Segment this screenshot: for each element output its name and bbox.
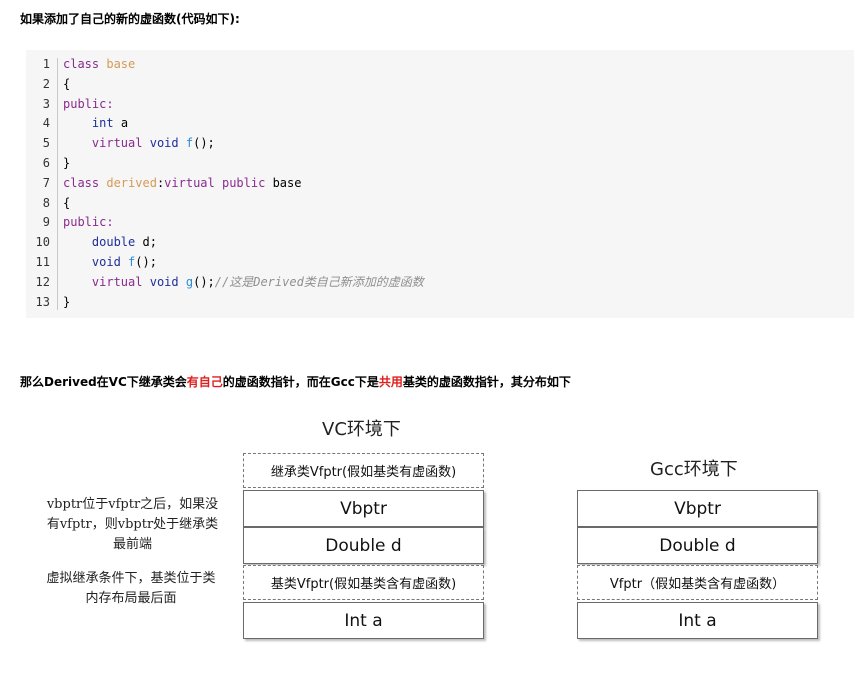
code-line: 3 public:: [26, 95, 854, 115]
section-heading-1: 如果添加了自己的新的虚函数(代码如下):: [20, 12, 240, 26]
code-keyword: virtual: [91, 136, 143, 151]
code-class-name: base: [106, 57, 136, 71]
code-text: }: [63, 155, 71, 170]
line-number: 5: [42, 136, 50, 151]
line-number: 11: [35, 254, 50, 269]
code-line: 4 int a: [26, 114, 854, 134]
code-keyword: virtual: [164, 175, 215, 190]
code-comment: //这是Derived类自己新添加的虚函数: [214, 274, 424, 289]
line-number: 1: [42, 57, 50, 71]
code-block: 1 class base 2{ 3 public: 4 int a 5 virtua…: [26, 50, 854, 318]
vc-derived-vfptr-box: 继承类Vfptr(假如基类有虚函数): [243, 453, 484, 488]
highlight-text: 有自己: [186, 375, 223, 389]
code-function: f: [185, 136, 194, 151]
vc-double-d-box: Double d: [243, 527, 484, 564]
virtual-inheritance-note: 虚拟继承条件下，基类位于类 内存布局最后面: [46, 571, 216, 606]
line-number: 10: [35, 235, 50, 250]
gcc-int-a-box: Int a: [577, 602, 818, 639]
code-line: 12 virtual void g();//这是Derived类自己新添加的虚函…: [26, 273, 854, 293]
code-type: void: [149, 136, 179, 151]
gcc-double-d-box: Double d: [577, 527, 818, 564]
code-keyword: public: [221, 175, 266, 190]
code-keyword: class: [63, 175, 100, 190]
code-text: public:: [63, 215, 114, 230]
line-number: 8: [42, 195, 50, 210]
code-class-name: derived: [106, 175, 157, 190]
section-heading-2: 那么Derived在VC下继承类会有自己的虚函数指针，而在Gcc下是共用基类的虚…: [20, 375, 571, 389]
gcc-vfptr-box: Vfptr（假如基类含有虚函数）: [577, 565, 818, 600]
code-type: double: [91, 235, 136, 250]
code-line: 2{: [26, 75, 854, 95]
code-function: g: [185, 274, 194, 289]
line-number: 3: [42, 96, 50, 111]
line-number: 7: [42, 175, 50, 190]
line-number: 9: [42, 215, 50, 230]
vbptr-note: vbptr位于vfptr之后，如果没 有vfptr，则vbptr处于继承类 最前…: [46, 497, 219, 552]
code-line: 7 class derived:virtual public base: [26, 174, 854, 194]
vc-base-vfptr-box: 基类Vfptr(假如基类含有虚函数): [243, 565, 484, 600]
code-line: 1 class base: [26, 55, 854, 75]
code-type: int: [91, 116, 114, 131]
line-number: 13: [35, 294, 50, 309]
highlight-text: 共用: [378, 375, 403, 389]
code-text: }: [63, 294, 71, 309]
code-text: {: [63, 195, 71, 210]
code-line: 5 virtual void f();: [26, 134, 854, 154]
code-line: 13}: [26, 293, 854, 313]
gcc-diagram-title: Gcc环境下: [650, 459, 738, 480]
code-keyword: class: [63, 57, 100, 71]
code-type: void: [91, 254, 121, 269]
line-number: 2: [42, 76, 50, 91]
line-number: 12: [35, 274, 50, 289]
line-number: 4: [42, 116, 50, 131]
line-number: 6: [42, 155, 50, 170]
code-line: 8{: [26, 194, 854, 214]
code-text: public:: [63, 96, 114, 111]
code-line: 9 public:: [26, 213, 854, 233]
code-line: 6}: [26, 154, 854, 174]
vc-int-a-box: Int a: [243, 602, 484, 639]
vc-diagram-title: VC环境下: [322, 419, 401, 440]
vc-vbptr-box: Vbptr: [243, 490, 484, 527]
code-text: {: [63, 76, 71, 91]
gcc-vbptr-box: Vbptr: [577, 490, 818, 527]
code-keyword: virtual: [91, 274, 143, 289]
code-line: 11 void f();: [26, 253, 854, 273]
code-line: 10 double d;: [26, 233, 854, 253]
code-type: void: [149, 274, 179, 289]
